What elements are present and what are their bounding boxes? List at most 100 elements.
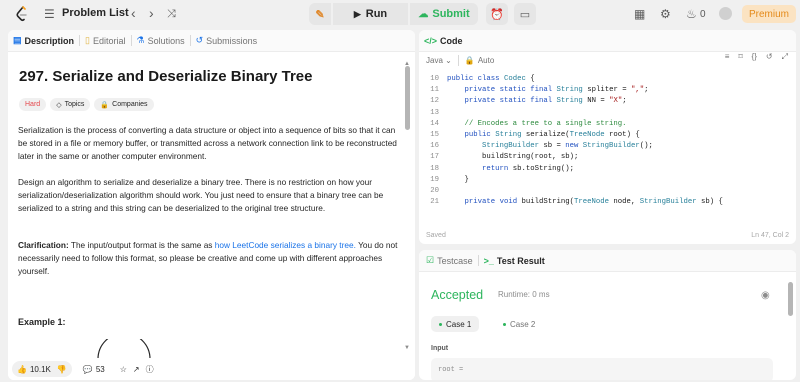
language-select[interactable]: Java ⌄	[426, 56, 452, 65]
flask-icon: ⚗	[136, 35, 145, 45]
tab-test-result[interactable]: >_ Test Result	[479, 256, 550, 266]
code-line[interactable]: 18 return sb.toString();	[419, 164, 796, 175]
play-icon: ▶	[353, 8, 361, 19]
code-line[interactable]: 20	[419, 186, 796, 197]
thumbs-up-icon[interactable]: 👍	[17, 365, 27, 374]
run-button[interactable]: ▶ Run	[333, 3, 408, 25]
chevron-right-icon[interactable]: ›	[149, 5, 154, 21]
book-icon: ▯	[85, 35, 90, 45]
code-line[interactable]: 21 private void buildString(TreeNode nod…	[419, 197, 796, 208]
tab-description[interactable]: ▤ Description	[8, 35, 79, 46]
description-paragraph: Serialization is the process of converti…	[18, 125, 397, 161]
result-tab-bar: ☑ Testcase >_ Test Result	[419, 250, 796, 272]
tab-testcase-label: Testcase	[437, 255, 473, 266]
auto-label[interactable]: Auto	[478, 56, 494, 65]
description-panel: ▤ Description ▯ Editorial ⚗ Solutions ↺ …	[8, 30, 415, 380]
line-number: 17	[430, 153, 439, 162]
case-1-tab[interactable]: Case 1	[431, 316, 480, 332]
runtime-label: Runtime: 0 ms	[498, 290, 550, 299]
code-text: public String serialize(TreeNode root) {	[464, 130, 640, 139]
code-text: return sb.toString();	[482, 164, 574, 173]
code-line[interactable]: 10 public class Codec {	[419, 74, 796, 85]
submit-button[interactable]: ☁ Submit	[410, 3, 478, 25]
case-2-tab[interactable]: Case 2	[495, 316, 543, 332]
chevron-left-icon[interactable]: ‹	[131, 5, 136, 21]
avatar[interactable]	[719, 7, 732, 20]
left-tab-bar: ▤ Description ▯ Editorial ⚗ Solutions ↺ …	[8, 30, 415, 52]
share-icon[interactable]: ↗	[133, 365, 140, 374]
scrollbar-thumb[interactable]	[788, 282, 793, 316]
layout-grid-icon[interactable]: ▦	[634, 6, 645, 22]
case-1-label: Case 1	[446, 319, 472, 329]
checkbox-icon: ☑	[426, 255, 435, 265]
problem-list-icon[interactable]: ☰	[44, 6, 55, 22]
tab-description-label: Description	[24, 35, 75, 46]
line-number: 18	[430, 164, 439, 173]
code-line[interactable]: 14 // Encodes a tree to a single string.	[419, 119, 796, 130]
tag-icon: ◇	[56, 101, 62, 109]
code-text: private static final String NN = "X";	[464, 97, 627, 106]
timer-button[interactable]: ⏰	[486, 3, 508, 25]
submit-label: Submit	[432, 8, 470, 20]
code-line[interactable]: 19 }	[419, 175, 796, 186]
shuffle-icon[interactable]: ⤨	[167, 6, 176, 22]
tab-code[interactable]: </> Code	[419, 36, 468, 46]
cloud-upload-icon: ☁	[418, 8, 429, 20]
tab-solutions[interactable]: ⚗ Solutions	[132, 35, 190, 46]
comment-icon: 💬	[82, 364, 93, 374]
eye-icon[interactable]: ◉	[761, 288, 770, 304]
line-number: 10	[430, 75, 439, 83]
serialization-format-link[interactable]: how LeetCode serializes a binary tree.	[215, 240, 356, 250]
companies-button[interactable]: 🔒 Companies	[94, 98, 154, 111]
tab-testcase[interactable]: ☑ Testcase	[421, 255, 478, 266]
line-number: 20	[430, 186, 439, 195]
tab-editorial[interactable]: ▯ Editorial	[80, 35, 130, 46]
tab-submissions[interactable]: ↺ Submissions	[191, 35, 263, 46]
editor-toolbar: Java ⌄ 🔒 Auto ≡ ⌑ {} ↺ ⤢	[419, 52, 796, 69]
clarification-paragraph: Clarification: The input/output format i…	[18, 239, 398, 278]
code-brackets-icon: </>	[424, 35, 438, 46]
companies-label: Companies	[112, 101, 148, 108]
code-line[interactable]: 13	[419, 108, 796, 119]
lock-icon: 🔒	[100, 101, 110, 109]
help-icon[interactable]: ⓘ	[146, 364, 154, 375]
bookmark-icon[interactable]: ⌑	[738, 52, 742, 62]
code-tab-bar: </> Code	[419, 30, 796, 52]
difficulty-badge: Hard	[19, 98, 47, 111]
debug-button[interactable]: ✎	[309, 3, 331, 25]
tab-submissions-label: Submissions	[206, 35, 258, 46]
topics-button[interactable]: ◇ Topics	[50, 98, 91, 111]
problem-badges: Hard ◇ Topics 🔒 Companies	[19, 98, 154, 111]
note-icon: ▭	[519, 8, 531, 21]
scroll-down-icon[interactable]: ▼	[404, 340, 410, 356]
problem-title[interactable]: 297. Serialize and Deserialize Binary Tr…	[19, 68, 313, 85]
flame-icon[interactable]: ♨	[686, 6, 697, 22]
braces-icon[interactable]: {}	[752, 52, 757, 62]
gear-icon[interactable]: ⚙	[660, 6, 671, 22]
run-submit-group: ✎ ▶ Run ☁ Submit ⏰ ▭	[309, 3, 536, 25]
line-number: 16	[430, 142, 439, 151]
code-line[interactable]: 17 buildString(root, sb);	[419, 152, 796, 163]
problem-list-link[interactable]: Problem List	[62, 7, 129, 19]
comments-button[interactable]: 💬 53	[77, 361, 110, 377]
code-line[interactable]: 11 private static final String spliter =…	[419, 85, 796, 96]
code-line[interactable]: 15 public String serialize(TreeNode root…	[419, 130, 796, 141]
scroll-up-icon[interactable]: ▲	[404, 56, 410, 72]
line-number: 13	[430, 108, 439, 117]
notes-button[interactable]: ▭	[514, 3, 536, 25]
line-number: 11	[430, 86, 439, 95]
code-line[interactable]: 12 private static final String NN = "X";	[419, 96, 796, 107]
test-result-panel: ☑ Testcase >_ Test Result Accepted Runti…	[419, 250, 796, 380]
format-icon[interactable]: ≡	[725, 52, 730, 62]
expand-icon[interactable]: ⤢	[782, 52, 788, 62]
code-line[interactable]: 16 StringBuilder sb = new StringBuilder(…	[419, 141, 796, 152]
scrollbar-thumb[interactable]	[405, 66, 410, 130]
premium-button[interactable]: Premium	[742, 5, 796, 23]
thumbs-down-icon[interactable]: 👎	[57, 365, 67, 374]
code-editor[interactable]: 10 public class Codec {11 private static …	[419, 74, 796, 208]
language-label: Java	[426, 56, 443, 65]
code-text: private static final String spliter = ",…	[464, 86, 649, 95]
leetcode-logo[interactable]	[16, 6, 28, 22]
star-icon[interactable]: ☆	[120, 365, 127, 374]
reset-icon[interactable]: ↺	[766, 52, 773, 62]
